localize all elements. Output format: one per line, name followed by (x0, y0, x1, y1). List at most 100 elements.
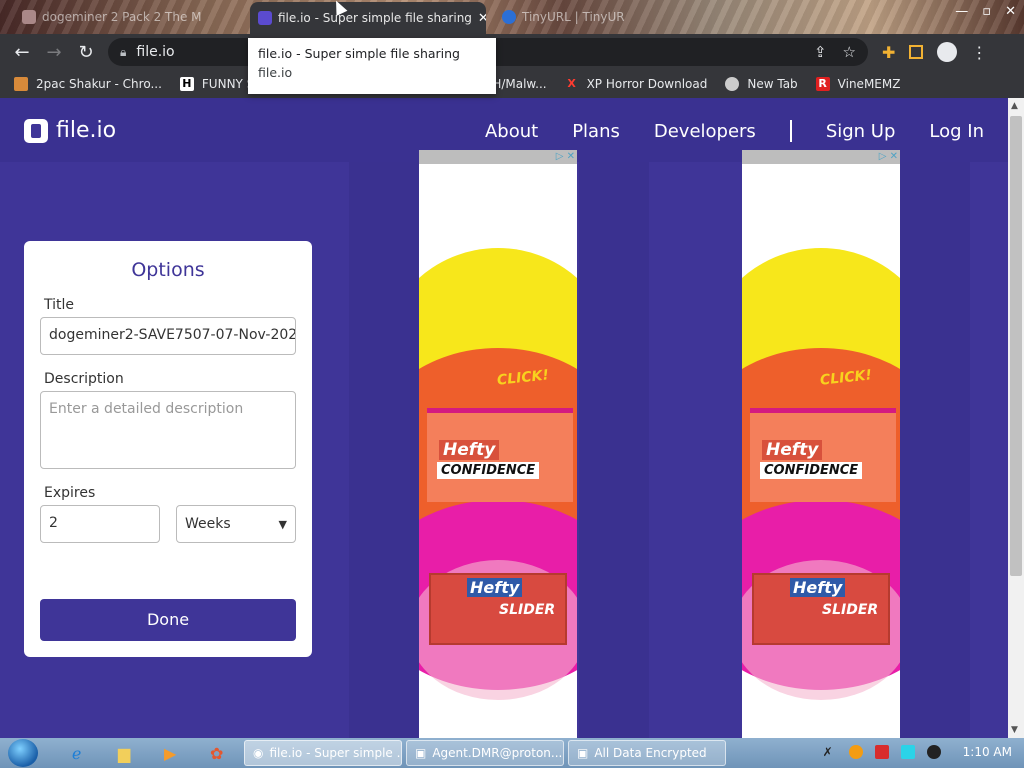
paint-icon[interactable]: ✿ (210, 744, 223, 763)
nav-about[interactable]: About (485, 121, 538, 142)
ad-brand: Hefty (762, 440, 823, 460)
search-icon[interactable] (848, 745, 863, 759)
nav-developers[interactable]: Developers (654, 121, 756, 142)
description-textarea[interactable]: Enter a detailed description (40, 391, 296, 469)
chrome-icon (725, 77, 740, 91)
expires-label: Expires (44, 485, 96, 501)
adchoices-icon[interactable]: ▷ ✕ (879, 151, 898, 162)
ad-top-bar (419, 150, 577, 164)
tab-tooltip: file.io - Super simple file sharing file… (248, 38, 496, 94)
h-icon: H (179, 77, 194, 91)
nav-log-in[interactable]: Log In (929, 121, 984, 142)
scroll-down-icon[interactable]: ▼ (1011, 725, 1018, 735)
tab-title: TinyURL | TinyURL (522, 10, 624, 24)
hefty-ad-left[interactable]: ▷ ✕ CLICK! Hefty CONFIDENCE Hefty SLIDER (419, 150, 577, 738)
page-content: file.io About Plans Developers Sign Up L… (0, 98, 1008, 738)
reload-icon[interactable]: ↻ (70, 42, 102, 63)
maximize-icon[interactable]: ▫ (982, 4, 991, 19)
bookmark-funny[interactable]: H FUNNY S (179, 77, 255, 91)
tinyurl-favicon-icon (502, 10, 516, 24)
scroll-up-icon[interactable]: ▲ (1011, 101, 1018, 111)
tab-favicon-icon (22, 10, 36, 24)
bookmark-label: 2pac Shakur - Chro... (36, 77, 162, 91)
bookmark-xp-horror[interactable]: X XP Horror Download (565, 77, 707, 91)
task-label: Agent.DMR@proton... (432, 746, 563, 760)
adchoices-icon[interactable]: ▷ ✕ (556, 151, 575, 162)
task-mail[interactable]: ▣ Agent.DMR@proton... (406, 740, 564, 766)
window-icon: ▣ (577, 746, 589, 760)
title-label: Title (44, 297, 75, 313)
windows-taskbar: ℯ ▆ ▶ ✿ ◉ file.io - Super simple ... ▣ A… (0, 738, 1024, 768)
browser-toolbar: ← → ↻ 🔒︎ file.io ⇪ ☆ ✚ ⋮ (0, 34, 1024, 70)
r-icon: R (815, 77, 830, 91)
title-input[interactable]: dogeminer2-SAVE7507-07-Nov-202 (40, 317, 296, 355)
tab-fileio[interactable]: file.io - Super simple file sharing ✕ (250, 2, 486, 34)
x-icon: X (567, 77, 576, 90)
share-icon[interactable]: ⇪ (814, 43, 827, 61)
expires-value-input[interactable]: 2 (40, 505, 160, 543)
profile-avatar[interactable] (937, 42, 958, 62)
ad-top-bar (742, 150, 900, 164)
ad-brand-box: Hefty (790, 578, 846, 597)
close-window-icon[interactable]: ✕ (1005, 4, 1016, 19)
tab-title: dogeminer 2 Pack 2 The M (42, 10, 202, 24)
explorer-folder-icon[interactable]: ▆ (118, 744, 130, 763)
system-tray: ✗ 1:10 AM (823, 745, 1012, 759)
nav-plans[interactable]: Plans (572, 121, 620, 142)
bookmark-label: FUNNY S (201, 77, 255, 91)
nav-sign-up[interactable]: Sign Up (826, 121, 896, 142)
lock-icon[interactable]: 🔒︎ (120, 45, 126, 60)
bookmark-icon (14, 77, 28, 91)
network-icon[interactable] (900, 745, 915, 759)
clock[interactable]: 1:10 AM (963, 745, 1012, 759)
bookmark-malware[interactable]: H/Malw... (492, 77, 546, 91)
close-tab-icon[interactable]: ✕ (478, 11, 486, 26)
media-player-icon[interactable]: ▶ (164, 744, 176, 763)
fileio-logo-icon (24, 118, 48, 143)
description-label: Description (44, 371, 124, 387)
options-heading: Options (131, 259, 205, 281)
start-button-icon[interactable] (8, 739, 38, 767)
side-panel-icon[interactable] (909, 45, 924, 59)
page-scrollbar[interactable]: ▲ ▼ (1008, 98, 1024, 738)
back-icon[interactable]: ← (6, 42, 38, 63)
minimize-icon[interactable]: — (955, 4, 968, 19)
volume-icon[interactable] (926, 745, 941, 759)
chevron-down-icon: ▼ (278, 517, 287, 531)
site-nav: About Plans Developers Sign Up Log In (485, 120, 984, 142)
flag-icon[interactable]: ✗ (823, 745, 837, 759)
tab-tinyurl[interactable]: TinyURL | TinyURL (494, 4, 624, 30)
background-stripe (579, 162, 649, 738)
internet-explorer-icon[interactable]: ℯ (72, 744, 81, 763)
ad-product: SLIDER (822, 602, 879, 618)
window-controls: — ▫ ✕ (955, 4, 1016, 19)
ad-tagline: CONFIDENCE (437, 462, 540, 479)
tab-dogeminer[interactable]: dogeminer 2 Pack 2 The M (14, 4, 246, 30)
site-logo[interactable]: file.io (24, 118, 116, 143)
tab-title: file.io - Super simple file sharing (278, 11, 472, 25)
bookmark-label: New Tab (747, 77, 798, 91)
bookmark-new-tab[interactable]: New Tab (725, 77, 798, 91)
task-chrome[interactable]: ◉ file.io - Super simple ... (244, 740, 402, 766)
task-encrypted[interactable]: ▣ All Data Encrypted (568, 740, 726, 766)
address-text: file.io (136, 44, 175, 60)
hefty-ad-right[interactable]: ▷ ✕ CLICK! Hefty CONFIDENCE Hefty SLIDER (742, 150, 900, 738)
nav-divider (789, 120, 792, 142)
menu-icon[interactable]: ⋮ (971, 43, 987, 62)
scrollbar-thumb[interactable] (1010, 116, 1022, 576)
done-button[interactable]: Done (40, 599, 296, 641)
options-card: Options Title dogeminer2-SAVE7507-07-Nov… (24, 241, 312, 657)
window-icon: ▣ (415, 746, 427, 760)
expires-unit-select[interactable]: Weeks ▼ (176, 505, 296, 543)
bookmark-star-icon[interactable]: ☆ (843, 43, 856, 61)
tooltip-title: file.io - Super simple file sharing (258, 46, 460, 61)
bookmark-label: H/Malw... (492, 77, 547, 91)
bookmark-vinememz[interactable]: R VineMEMZ (815, 77, 901, 91)
forward-icon[interactable]: → (38, 42, 70, 63)
ad-product: SLIDER (499, 602, 556, 618)
bookmark-label: VineMEMZ (837, 77, 901, 91)
action-center-icon[interactable] (874, 745, 889, 759)
ad-tagline: CONFIDENCE (760, 462, 863, 479)
extensions-icon[interactable]: ✚ (882, 43, 895, 62)
bookmark-2pac[interactable]: 2pac Shakur - Chro... (14, 77, 162, 91)
